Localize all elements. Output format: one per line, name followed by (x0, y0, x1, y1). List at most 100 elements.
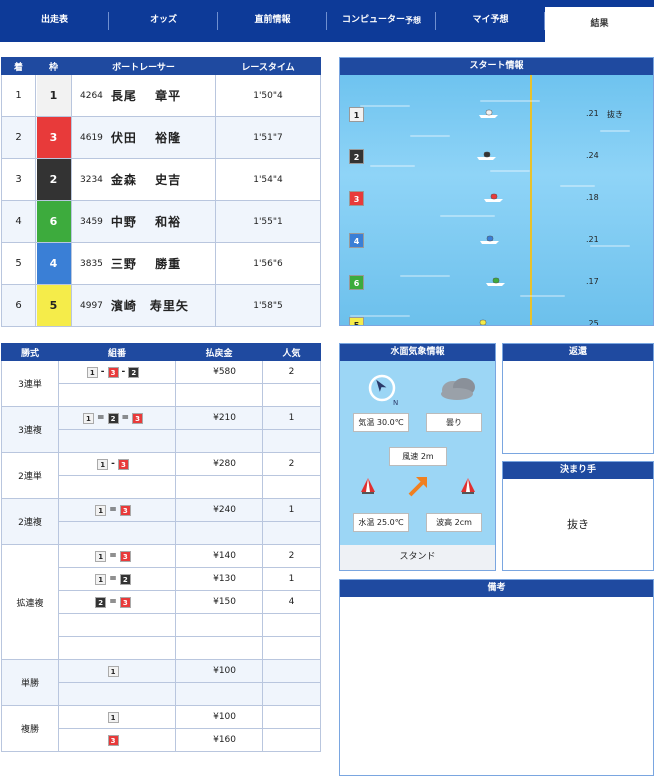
weather-display: N 気温 30.0℃ 曇り 風速 2m 水温 25.0℃ 波高 2cm (340, 361, 495, 545)
combo-cell: 1 = 3 (58, 498, 176, 522)
combo-cell: 3 (58, 728, 176, 752)
combo-separator: - (121, 367, 126, 377)
racer-row: 4 6 3459 中野 和裕 1'55"1 (1, 200, 321, 243)
combo-cell: 2 = 3 (58, 590, 176, 614)
combo-cell: 1 (58, 659, 176, 683)
popularity-cell (262, 705, 321, 729)
start-row: 5.25 (340, 315, 653, 325)
boat-icon (479, 319, 487, 325)
bet-type-cell: 複勝 (1, 705, 59, 752)
combo-number-badge: 2 (107, 412, 119, 424)
combo-number-badge: 3 (119, 550, 131, 562)
nav-tab-3[interactable]: コンピューター 予想 (327, 0, 436, 42)
start-water: 1.21抜き2.243.184.216.175.25 (340, 75, 653, 325)
col-amount: 払戻金 (175, 343, 263, 361)
col-rank: 着 (1, 57, 36, 75)
boat-icon (480, 235, 499, 244)
start-frame-badge: 3 (349, 191, 364, 206)
amount-cell: ¥160 (175, 728, 263, 752)
racer-id: 4997 (80, 300, 103, 311)
combo-cell: 1 = 2 = 3 (58, 406, 176, 430)
popularity-cell (262, 429, 321, 453)
wind-speed-label: 風速 2m (389, 447, 447, 466)
water-wave (440, 215, 495, 217)
racer-cell: 4997 濱崎 寿里矢 (71, 284, 216, 327)
bet-type-cell: 3連単 (1, 360, 59, 407)
frame-badge: 6 (36, 201, 71, 242)
combo-cell (58, 383, 176, 407)
amount-cell: ¥100 (175, 659, 263, 683)
start-row: 6.17 (340, 273, 653, 293)
temperature-label: 気温 30.0℃ (353, 413, 409, 432)
remarks-title: 備考 (340, 580, 653, 597)
amount-cell: ¥100 (175, 705, 263, 729)
refund-panel: 返還 (502, 343, 654, 454)
racer-cell: 3459 中野 和裕 (71, 200, 216, 243)
combo-cell: 1-3 (58, 452, 176, 476)
bet-type-cell: 3連複 (1, 406, 59, 453)
frame-cell: 1 (35, 74, 72, 117)
start-info-panel: スタート情報 1.21抜き2.243.184.216.175.25 (339, 57, 654, 326)
race-time-cell: 1'56"6 (215, 242, 321, 285)
water-wave (480, 100, 540, 102)
rank-cell: 4 (1, 200, 36, 243)
combo-number-badge: 3 (119, 504, 131, 516)
water-wave (600, 130, 630, 132)
combo-separator: = (109, 597, 117, 607)
combo-number-badge: 3 (107, 734, 119, 746)
combo-number-badge: 3 (132, 412, 144, 424)
bet-type-cell: 単勝 (1, 659, 59, 706)
racer-name[interactable]: 金森 史吉 (111, 171, 181, 188)
nav-tab-4[interactable]: マイ予想 (436, 0, 545, 42)
popularity-cell (262, 728, 321, 752)
racer-name[interactable]: 三野 勝重 (111, 255, 181, 272)
racer-name[interactable]: 長尾 章平 (111, 87, 181, 104)
racer-name[interactable]: 伏田 裕隆 (111, 129, 181, 146)
popularity-cell (262, 659, 321, 683)
combo-number-badge: 2 (95, 596, 107, 608)
combo-number-badge: 3 (107, 366, 119, 378)
frame-cell: 3 (35, 116, 72, 159)
start-frame-badge: 5 (349, 317, 364, 325)
start-row: 1 .21 抜き (340, 105, 653, 125)
amount-cell: ¥140 (175, 544, 263, 568)
combo-number-badge: 3 (117, 458, 129, 470)
start-time: .24 (586, 151, 599, 160)
amount-cell (175, 383, 263, 407)
col-combo: 組番 (58, 343, 176, 361)
nav-tab-5[interactable]: 結果 (545, 7, 654, 42)
col-kind: 勝式 (1, 343, 59, 361)
combo-cell (58, 475, 176, 499)
combo-separator: = (109, 505, 117, 515)
kimarite-panel: 決まり手 抜き (502, 461, 654, 571)
nav-tab-1[interactable]: オッズ (109, 0, 218, 42)
racer-row: 2 3 4619 伏田 裕隆 1'51"7 (1, 116, 321, 159)
nav-tab-label: オッズ (149, 15, 177, 26)
race-time-cell: 1'58"5 (215, 284, 321, 327)
water-wave (490, 170, 530, 172)
nav-tab-2[interactable]: 直前情報 (218, 0, 327, 42)
popularity-cell (262, 636, 321, 660)
amount-cell (175, 636, 263, 660)
popularity-cell: 2 (262, 544, 321, 568)
racer-row: 3 2 3234 金森 史吉 1'54"4 (1, 158, 321, 201)
bet-type-cell: 2連単 (1, 452, 59, 499)
racer-name[interactable]: 中野 和裕 (111, 213, 181, 230)
col-pop: 人気 (262, 343, 321, 361)
nav-tab-label: マイ予想 (472, 15, 509, 26)
water-wave (410, 135, 450, 137)
nav-tab-0[interactable]: 出走表 (0, 0, 109, 42)
racer-name[interactable]: 濱崎 寿里矢 (111, 297, 189, 314)
payout-row: 2連複 1 = 3 ¥240 1 (1, 498, 321, 545)
racer-id: 3835 (80, 258, 103, 269)
combo-cell: 1 = 2 (58, 567, 176, 591)
racer-id: 3234 (80, 174, 103, 185)
combo-number-badge: 2 (128, 366, 140, 378)
water-wave (560, 185, 595, 187)
start-info-title: スタート情報 (340, 58, 653, 75)
nav-tab-sublabel: 予想 (405, 15, 421, 25)
combo-cell (58, 636, 176, 660)
popularity-cell: 2 (262, 360, 321, 384)
kimarite-title: 決まり手 (503, 462, 653, 479)
combo-separator: = (121, 413, 130, 423)
